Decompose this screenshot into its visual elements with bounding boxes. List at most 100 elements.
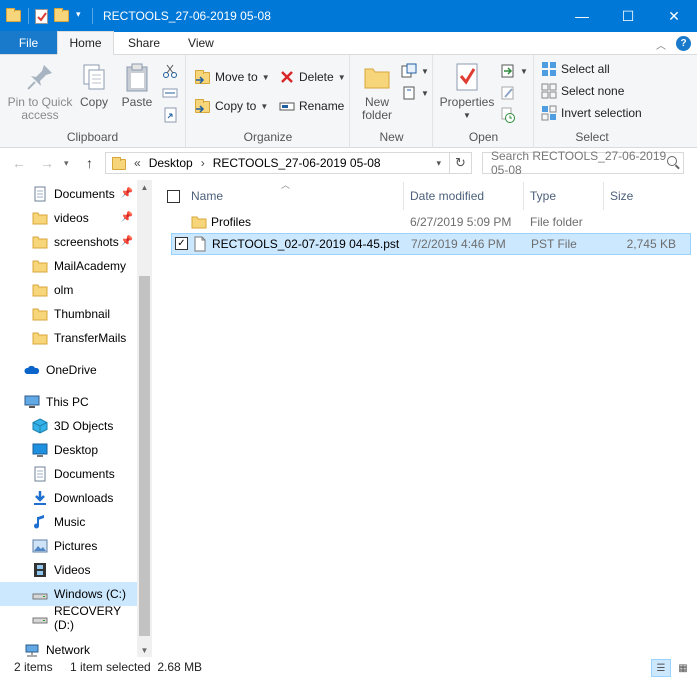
sidebar-item-music[interactable]: Music [0, 510, 137, 534]
header-checkbox-col[interactable] [161, 182, 187, 210]
sidebar-item-3d-objects[interactable]: 3D Objects [0, 414, 137, 438]
details-view-icon[interactable]: ☰ [651, 659, 671, 677]
tab-view[interactable]: View [174, 31, 228, 54]
history-button[interactable] [500, 105, 520, 125]
clipboard-group: Pin to Quick access Copy Paste Clipboard [0, 55, 186, 148]
select-group-label: Select [575, 130, 609, 144]
minimize-button[interactable]: — [559, 0, 605, 32]
pin-icon[interactable]: 📌 [121, 236, 133, 247]
sidebar-item-videos[interactable]: Videos [0, 558, 137, 582]
paste-button[interactable]: Paste [118, 61, 156, 109]
sidebar-item-thumbnail[interactable]: Thumbnail [0, 302, 137, 326]
breadcrumb-desktop[interactable]: Desktop [149, 156, 193, 170]
collapse-ribbon-icon[interactable]: ︿ [656, 37, 666, 52]
address-dropdown-icon[interactable]: ▾ [436, 158, 441, 169]
file-type: PST File [531, 237, 577, 251]
open-button[interactable]: ▼ [500, 61, 528, 81]
search-input[interactable]: Search RECTOOLS_27-06-2019 05-08 [482, 149, 684, 177]
easy-access-button[interactable]: ▼ [401, 83, 429, 103]
properties-button[interactable]: Properties ▼ [438, 61, 496, 122]
sidebar-item-videos[interactable]: videos 📌 [0, 206, 137, 230]
sidebar-item-olm[interactable]: olm [0, 278, 137, 302]
nav-this-pc[interactable]: This PC [0, 390, 137, 414]
column-date-modified[interactable]: Date modified [404, 182, 524, 210]
close-button[interactable]: ✕ [651, 0, 697, 32]
sidebar-item-documents[interactable]: Documents [0, 462, 137, 486]
chevron-down-icon[interactable]: ▾ [76, 9, 86, 25]
network-icon [24, 642, 40, 658]
nav-onedrive[interactable]: OneDrive [0, 358, 137, 382]
folder-icon [32, 330, 48, 346]
forward-arrow-icon[interactable]: → [40, 155, 54, 171]
nav-scrollbar[interactable]: ▲ ▼ [137, 180, 152, 657]
cut-button[interactable] [162, 61, 182, 81]
pin-to-quick-access-button[interactable]: Pin to Quick access [6, 61, 74, 122]
file-date: 7/2/2019 4:46 PM [411, 237, 506, 251]
tab-share[interactable]: Share [114, 31, 174, 54]
sidebar-item-desktop[interactable]: Desktop [0, 438, 137, 462]
select-all-button[interactable]: Select all [541, 59, 610, 79]
pin-icon[interactable]: 📌 [121, 212, 133, 223]
select-all-checkbox[interactable] [167, 189, 180, 203]
new-folder-button[interactable]: New folder [357, 61, 397, 122]
back-arrow-icon[interactable]: ← [12, 155, 26, 171]
new-item-button[interactable]: ▼ [401, 61, 429, 81]
invert-selection-button[interactable]: Invert selection [541, 103, 642, 123]
table-row[interactable]: Profiles 6/27/2019 5:09 PM File folder [171, 212, 691, 234]
history-icon [500, 107, 516, 123]
sidebar-item-label: Desktop [54, 443, 99, 457]
sidebar-item-transfermails[interactable]: TransferMails [0, 326, 137, 350]
address-bar[interactable]: « Desktop › RECTOOLS_27-06-2019 05-08 ▾ … [105, 152, 472, 174]
column-type[interactable]: Type [524, 182, 604, 210]
delete-button[interactable]: Delete ▼ [279, 67, 346, 87]
select-none-button[interactable]: Select none [541, 81, 624, 101]
tab-file[interactable]: File [0, 31, 57, 54]
file-date: 6/27/2019 5:09 PM [410, 215, 512, 229]
maximize-button[interactable]: ☐ [605, 0, 651, 32]
tab-home[interactable]: Home [57, 31, 114, 55]
chevron-down-icon: ▼ [421, 66, 429, 76]
sidebar-item-pictures[interactable]: Pictures [0, 534, 137, 558]
help-icon[interactable]: ? [676, 36, 691, 51]
column-size[interactable]: Size [604, 182, 684, 210]
sidebar-item-recovery-d[interactable]: RECOVERY (D:) [0, 604, 137, 632]
quick-access-toolbar: ▾ [0, 0, 99, 32]
sidebar-item-label: Documents [54, 467, 115, 481]
column-name[interactable]: Name ︿ [185, 180, 404, 210]
large-icons-view-icon[interactable]: ▦ [673, 659, 693, 677]
navigation-pane: Documents 📌 videos 📌 screenshots 📌 MailAcademy… [0, 180, 152, 657]
edit-button[interactable] [500, 83, 520, 103]
title-bar: ▾ RECTOOLS_27-06-2019 05-08 — ☐ ✕ [0, 0, 697, 32]
scroll-down-icon[interactable]: ▼ [137, 643, 152, 657]
breadcrumb-separator[interactable]: › [201, 156, 205, 170]
sidebar-item-downloads[interactable]: Downloads [0, 486, 137, 510]
recent-locations-icon[interactable]: ▾ [64, 158, 69, 169]
copy-path-button[interactable] [162, 83, 182, 103]
document-icon [32, 466, 48, 482]
paste-shortcut-button[interactable] [162, 105, 182, 125]
sidebar-item-documents[interactable]: Documents 📌 [0, 182, 137, 206]
sidebar-item-windows-c[interactable]: Windows (C:) [0, 582, 137, 606]
folder-icon [32, 306, 48, 322]
pin-icon[interactable]: 📌 [121, 188, 133, 199]
up-arrow-icon[interactable]: ↑ [86, 155, 93, 171]
row-checkbox[interactable]: ✓ [175, 237, 188, 250]
scroll-up-icon[interactable]: ▲ [137, 180, 152, 194]
new-folder-icon[interactable] [54, 7, 70, 26]
film-icon [32, 562, 48, 578]
scroll-thumb[interactable] [139, 276, 150, 636]
breadcrumb-overflow[interactable]: « [134, 156, 141, 170]
table-row[interactable]: ✓ RECTOOLS_02-07-2019 04-45.pst 7/2/2019 4… [171, 233, 691, 255]
column-name-label: Name [191, 189, 224, 203]
sidebar-item-label: olm [54, 283, 74, 297]
sidebar-item-label: RECOVERY (D:) [54, 604, 121, 632]
copy-button[interactable]: Copy [76, 61, 112, 109]
properties-icon[interactable] [35, 8, 48, 24]
rename-button[interactable]: Rename [279, 96, 344, 116]
copy-to-button[interactable]: Copy to ▼ [195, 96, 268, 116]
refresh-icon[interactable]: ↻ [449, 153, 471, 173]
move-to-button[interactable]: Move to ▼ [195, 67, 270, 87]
sidebar-item-screenshots[interactable]: screenshots 📌 [0, 230, 137, 254]
sidebar-item-mailacademy[interactable]: MailAcademy [0, 254, 137, 278]
breadcrumb-current[interactable]: RECTOOLS_27-06-2019 05-08 [213, 156, 381, 170]
